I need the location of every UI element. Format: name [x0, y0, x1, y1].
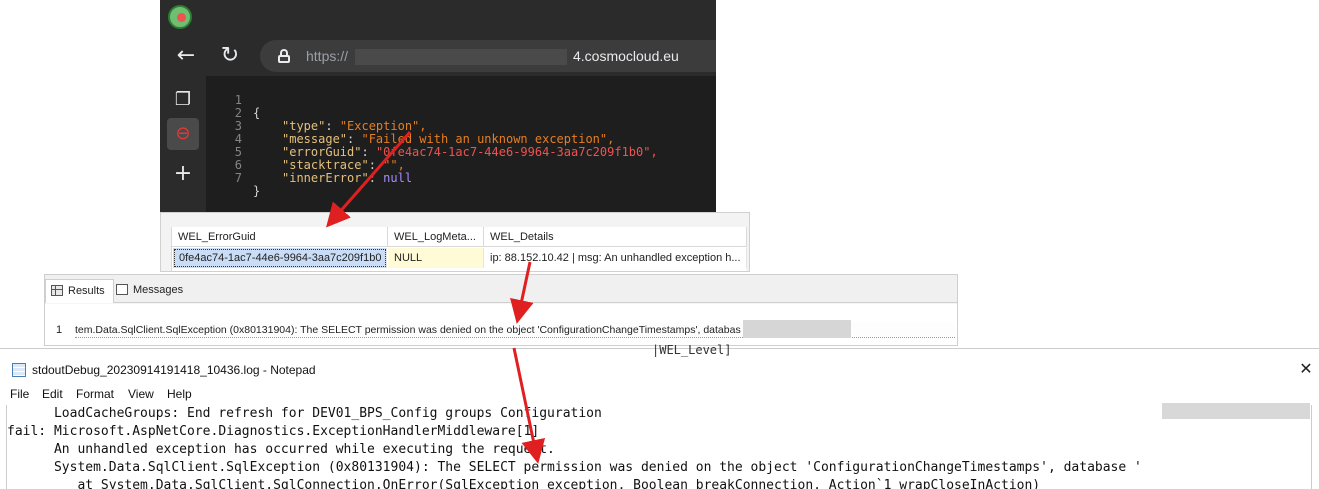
json-key: "message"	[282, 132, 348, 146]
grid-cell[interactable]: NULL	[388, 248, 484, 268]
log-line: LoadCacheGroups: End refresh for DEV01_B…	[7, 406, 602, 421]
browser-toolbar: ← ↻ https:// 4.cosmocloud.eu	[160, 36, 716, 76]
window-title: stdoutDebug_20230914191418_10436.log - N…	[12, 361, 316, 379]
json-close-brace: }	[253, 184, 261, 198]
row-number: 1	[55, 324, 63, 336]
menu-view[interactable]: View	[128, 385, 154, 403]
close-icon[interactable]: ✕	[1296, 359, 1316, 379]
menu-file[interactable]: File	[10, 385, 29, 403]
url-scheme: https://	[306, 48, 349, 64]
text-editor[interactable]: LoadCacheGroups: End refresh for DEV01_B…	[6, 405, 1312, 489]
menu-format[interactable]: Format	[76, 385, 114, 403]
window-title-text: stdoutDebug_20230914191418_10436.log - N…	[32, 363, 316, 377]
tab-label: Messages	[133, 284, 184, 296]
redacted-database-name	[1162, 403, 1310, 419]
url-host: 4.cosmocloud.eu	[573, 48, 679, 64]
tabs-icon[interactable]: ❐	[167, 84, 199, 116]
tab-label: Results	[68, 285, 105, 297]
json-open-brace: {	[253, 106, 261, 120]
background-fragment: |WEL_Level]	[652, 343, 732, 357]
redacted-database-name	[743, 320, 851, 338]
results-tabbar: Results Messages	[45, 275, 957, 303]
browser-window: ← ↻ https:// 4.cosmocloud.eu ❐ ⊖ + 1 { 2…	[160, 0, 716, 214]
notepad-icon	[12, 363, 26, 377]
json-value-error-guid: "0fe4ac74-1ac7-44e6-9964-3aa7c209f1b0",	[375, 145, 658, 159]
menu-help[interactable]: Help	[167, 385, 192, 403]
menu-edit[interactable]: Edit	[42, 385, 63, 403]
tab-messages[interactable]: Messages	[111, 279, 191, 303]
json-value: "",	[383, 158, 405, 172]
browser-titlebar	[160, 0, 716, 36]
tab-results[interactable]: Results	[45, 279, 114, 303]
address-bar[interactable]: https:// 4.cosmocloud.eu	[260, 40, 716, 72]
redacted-url-segment	[355, 49, 567, 65]
column-header[interactable]: WEL_ErrorGuid	[172, 227, 388, 247]
column-header[interactable]: WEL_Details	[484, 227, 747, 247]
results-grid: 1 tem.Data.SqlClient.SqlException (0x801…	[45, 304, 957, 345]
grid-cell-error-guid[interactable]: 0fe4ac74-1ac7-44e6-9964-3aa7c209f1b0	[173, 248, 387, 268]
menu-bar: File Edit Format View Help	[0, 385, 1319, 403]
back-arrow-icon[interactable]: ←	[172, 42, 200, 70]
plus-icon[interactable]: +	[167, 158, 199, 190]
json-key: "innerError"	[282, 171, 369, 185]
lock-icon[interactable]	[278, 49, 290, 63]
log-line-exception: System.Data.SqlClient.SqlException (0x80…	[7, 460, 1142, 475]
log-line: at System.Data.SqlClient.SqlConnection.O…	[7, 478, 1041, 489]
ssms-results-pane: Results Messages 1 tem.Data.SqlClient.Sq…	[44, 274, 958, 346]
reload-icon[interactable]: ↻	[216, 42, 244, 70]
json-value: "Failed with an unknown exception",	[361, 132, 615, 146]
grid-icon	[51, 285, 63, 296]
column-header[interactable]: WEL_LogMeta...	[388, 227, 484, 247]
messages-icon	[116, 284, 128, 295]
line-number: 7	[234, 171, 242, 185]
json-key: "type"	[282, 119, 326, 133]
sql-result-grid: WEL_ErrorGuid WEL_LogMeta... WEL_Details…	[160, 212, 750, 272]
notepad-window: |WEL_Level] stdoutDebug_20230914191418_1…	[0, 343, 1319, 489]
extension-icon[interactable]: ⊖	[167, 118, 199, 150]
app-logo-icon	[168, 5, 192, 29]
json-value-null: null	[383, 171, 413, 185]
json-key: "stacktrace"	[282, 158, 369, 172]
json-key: "errorGuid"	[282, 145, 362, 159]
log-line: fail: Microsoft.AspNetCore.Diagnostics.E…	[7, 424, 540, 439]
json-viewer: 1 { 2 "type": "Exception", 3 "message": …	[206, 76, 716, 214]
browser-sidebar: ❐ ⊖ +	[160, 76, 206, 214]
log-line: An unhandled exception has occurred whil…	[7, 442, 555, 457]
grid-cell[interactable]: ip: 88.152.10.42 | msg: An unhandled exc…	[484, 248, 747, 268]
json-value: "Exception",	[339, 119, 427, 133]
